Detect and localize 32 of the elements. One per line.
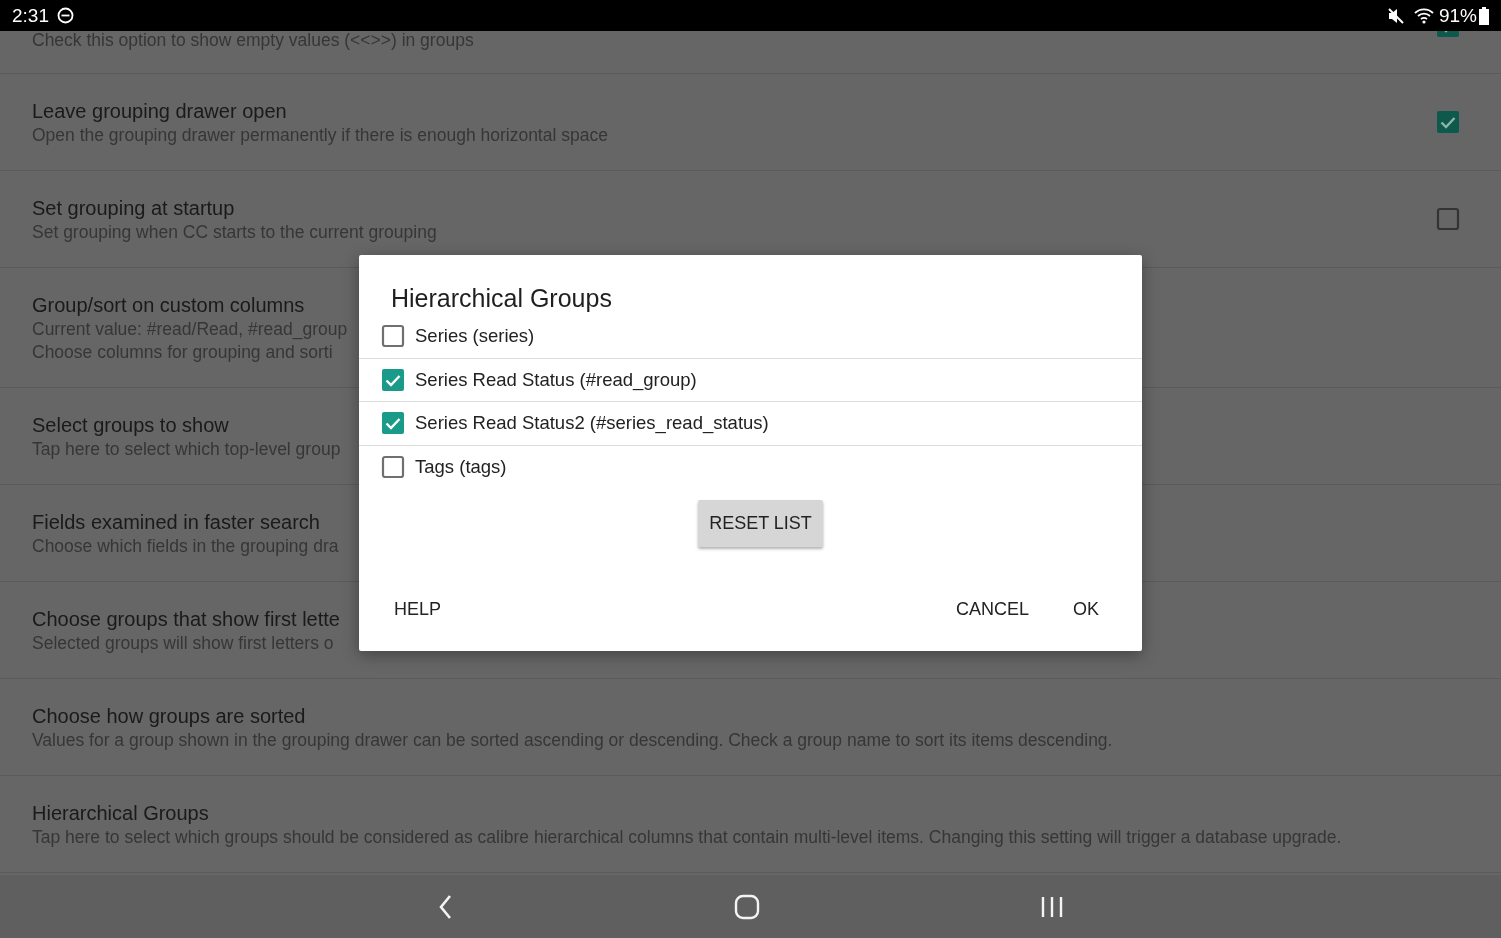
group-checkbox[interactable] [381, 367, 405, 392]
ok-button[interactable]: OK [1060, 590, 1112, 628]
wifi-icon [1412, 6, 1435, 25]
mute-icon [1386, 6, 1405, 25]
setting-title: Hierarchical Groups [32, 800, 209, 826]
group-checkbox[interactable] [381, 411, 405, 436]
reset-list-button[interactable]: RESET LIST [698, 500, 823, 547]
group-label: Series Read Status (#read_group) [415, 368, 697, 391]
clock-time: 2:31 [12, 4, 49, 27]
setting-title: Leave grouping drawer open [32, 98, 287, 124]
setting-title: Choose how groups are sorted [32, 703, 306, 729]
recent-apps-icon[interactable] [1039, 894, 1064, 919]
back-icon[interactable] [437, 893, 454, 920]
setting-title: Select groups to show [32, 412, 229, 438]
cancel-button[interactable]: CANCEL [942, 590, 1042, 628]
setting-title: Choose groups that show first lette [32, 606, 340, 632]
group-checkbox[interactable] [381, 323, 405, 348]
setting-title: Set grouping at startup [32, 195, 235, 221]
setting-title: Fields examined in faster search [32, 509, 320, 535]
dialog-title: Hierarchical Groups [390, 283, 613, 314]
help-button[interactable]: HELP [381, 590, 455, 628]
setting-checkbox[interactable] [1436, 207, 1460, 231]
group-label: Series Read Status2 (#series_read_status) [415, 412, 769, 435]
home-icon[interactable] [733, 893, 760, 920]
group-checkbox[interactable] [381, 454, 405, 479]
battery-icon [1479, 6, 1489, 25]
battery-percentage: 91% [1438, 4, 1477, 27]
group-label: Tags (tags) [415, 455, 507, 478]
setting-title: Group/sort on custom columns [32, 292, 305, 318]
group-label: Series (series) [415, 324, 535, 347]
do-not-disturb-icon [57, 7, 74, 24]
setting-checkbox[interactable] [1436, 110, 1460, 134]
